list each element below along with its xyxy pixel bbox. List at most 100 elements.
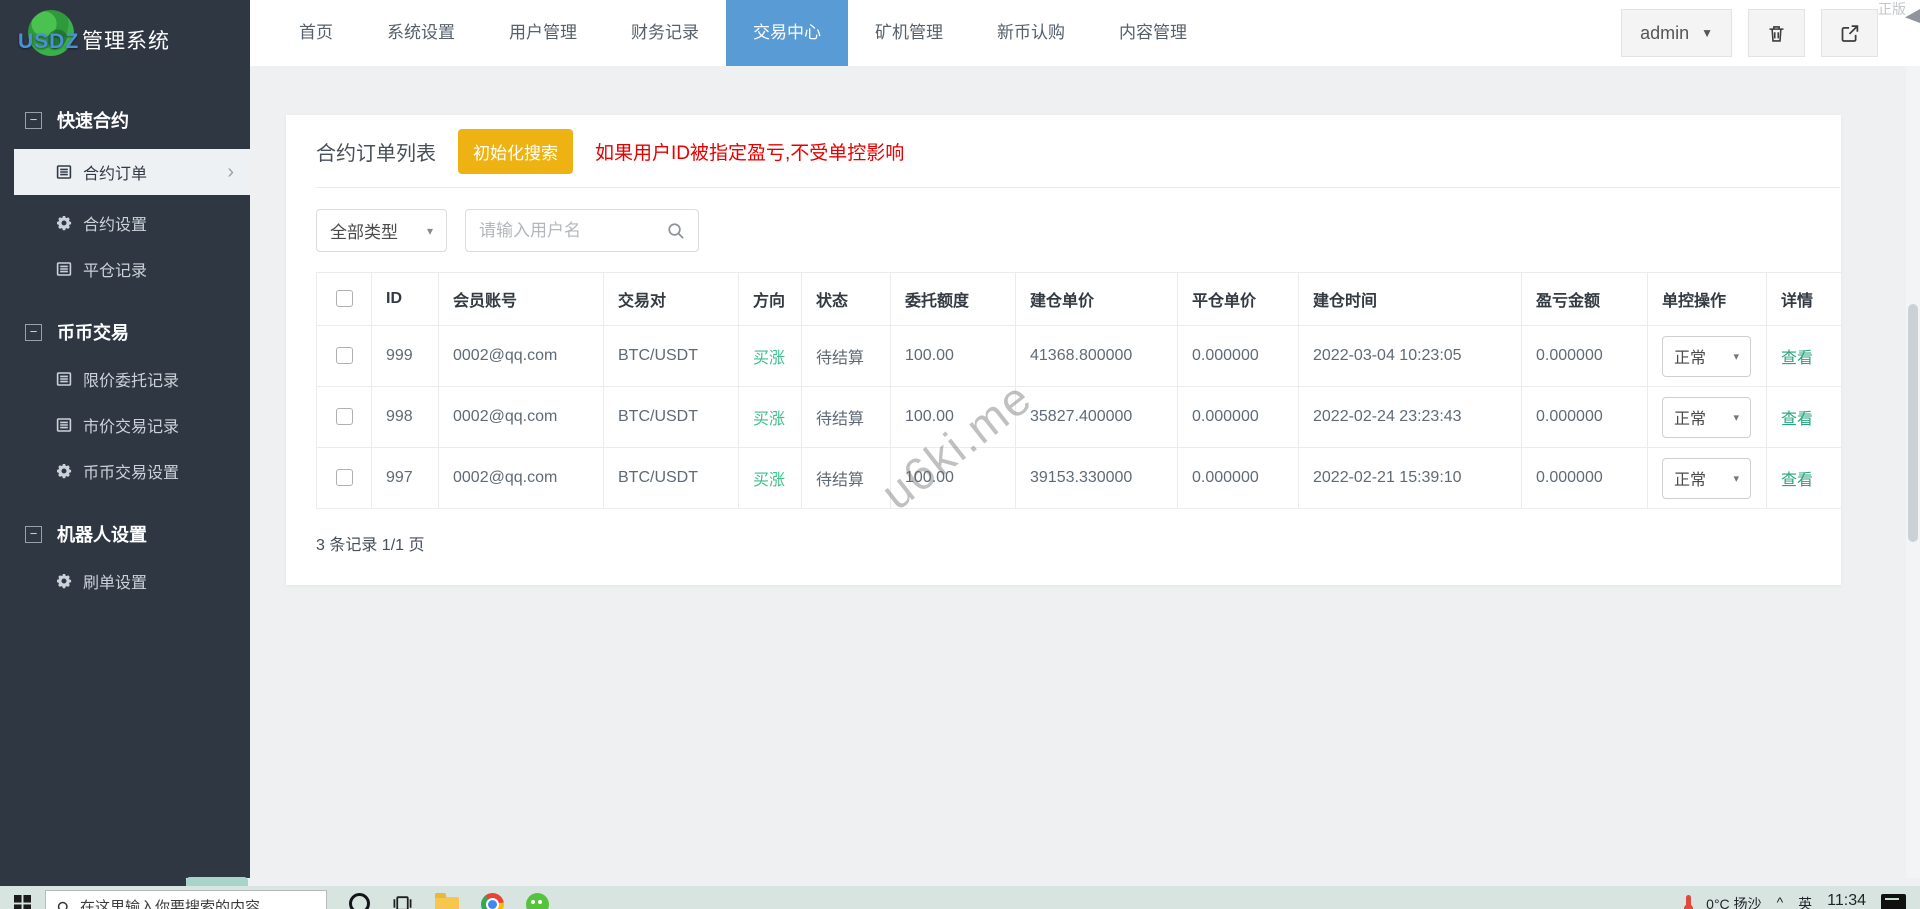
sidebar-item-coin-trade-settings[interactable]: 币币交易设置 [0,448,250,494]
trash-button[interactable] [1748,9,1805,57]
horizontal-scrollbar-thumb[interactable] [186,877,248,886]
username-input[interactable] [479,220,666,241]
notification-box-icon[interactable] [1881,894,1906,909]
taskbar-search-box [45,890,327,909]
taskbar-search-input[interactable] [80,898,316,909]
list-icon [56,371,72,387]
control-select[interactable]: 正常 ▾ [1662,335,1751,377]
cell-amount: 100.00 [890,325,1016,387]
language-indicator[interactable]: 英 [1798,894,1812,909]
cell-open-time: 2022-02-24 23:23:43 [1298,386,1522,448]
view-link[interactable]: 查看 [1781,411,1813,428]
chrome-icon[interactable] [481,893,504,909]
type-select-value: 全部类型 [330,223,398,242]
tray-expand-caret[interactable]: ^ [1777,894,1784,909]
cell-status: 待结算 [801,386,891,448]
contract-orders-card: 合约订单列表 初始化搜索 如果用户ID被指定盈亏,不受单控影响 全部类型 ▾ 请… [286,115,1842,585]
file-explorer-icon[interactable] [435,893,459,909]
select-all-checkbox[interactable] [335,290,353,308]
cortana-icon[interactable] [349,893,370,909]
chevron-down-icon: ▾ [1733,472,1739,485]
init-search-button[interactable]: 初始化搜索 [458,128,573,174]
task-view-icon[interactable] [392,893,413,909]
logout-button[interactable] [1821,9,1878,57]
collapse-icon: − [25,111,42,129]
warning-text: 如果用户ID被指定盈亏,不受单控影响 [595,142,905,164]
cell-close-price: 0.000000 [1177,447,1299,509]
col-header-profit: 盈亏金额 [1521,272,1648,326]
nav-item-user-management[interactable]: 用户管理 [482,0,604,66]
search-icon [56,900,71,909]
cell-amount: 100.00 [890,447,1016,509]
sidebar-item-market-trade-records[interactable]: 市价交易记录 [0,402,250,448]
sidebar-item-label: 市价交易记录 [83,419,180,436]
chevron-down-icon: ▾ [1733,411,1739,424]
sidebar-item-close-position-records[interactable]: 平仓记录 [0,246,250,292]
nav-item-home[interactable]: 首页 [272,0,360,66]
sidebar-item-label: 刷单设置 [83,575,148,592]
weather-text[interactable]: 0°C 扬沙 [1706,894,1761,909]
search-icon[interactable] [666,221,685,240]
trash-icon [1769,25,1784,42]
list-icon [56,261,72,277]
taskbar-tray: 0°C 扬沙 ^ 英 11:34 [1684,892,1906,909]
admin-user-button[interactable]: admin ▼ [1621,9,1732,57]
chevron-down-icon: ▾ [1733,350,1739,363]
cell-direction: 买涨 [738,386,802,448]
genuine-badge: 正版 [1878,1,1906,17]
sidebar-item-brush-order-settings[interactable]: 刷单设置 [0,558,250,604]
row-checkbox[interactable] [335,347,353,365]
collapse-icon: − [25,525,42,543]
chevron-right-icon: › [227,160,234,183]
windows-start-icon[interactable] [14,895,31,909]
vertical-scrollbar-thumb[interactable] [1908,304,1918,542]
view-link[interactable]: 查看 [1781,350,1813,367]
list-icon [56,417,72,433]
cell-direction: 买涨 [738,325,802,387]
col-header-open-price: 建仓单价 [1015,272,1178,326]
horizontal-scrollbar [0,877,1920,886]
sidebar-section-robot-settings[interactable]: − 机器人设置 [0,510,250,558]
col-header-amount: 委托额度 [890,272,1016,326]
nav-item-content-management[interactable]: 内容管理 [1092,0,1214,66]
sidebar-item-label: 合约设置 [83,217,148,234]
nav-item-new-coin[interactable]: 新币认购 [970,0,1092,66]
gear-icon [56,573,72,589]
control-select[interactable]: 正常 ▾ [1662,457,1751,499]
sidebar-item-contract-settings[interactable]: 合约设置 [0,200,250,246]
sidebar-item-label: 平仓记录 [83,263,148,280]
col-header-account: 会员账号 [438,272,604,326]
sidebar-section-coin-trade[interactable]: − 币币交易 [0,308,250,356]
brand-text: USDZ [18,30,80,53]
header-actions: admin ▼ [1621,0,1920,66]
cell-pair: BTC/USDT [603,447,739,509]
gear-icon [56,463,72,479]
wechat-icon[interactable] [526,893,549,909]
cell-id: 998 [371,386,439,448]
cell-close-price: 0.000000 [1177,325,1299,387]
nav-item-finance-records[interactable]: 财务记录 [604,0,726,66]
type-select[interactable]: 全部类型 ▾ [316,209,447,252]
page-title: 合约订单列表 [316,142,436,165]
cell-open-price: 35827.400000 [1015,386,1178,448]
cell-id: 997 [371,447,439,509]
clock[interactable]: 11:34 [1827,892,1866,909]
sidebar-item-limit-order-records[interactable]: 限价委托记录 [0,356,250,402]
vertical-scrollbar[interactable] [1906,66,1920,878]
card-header: 合约订单列表 初始化搜索 如果用户ID被指定盈亏,不受单控影响 [316,115,1840,188]
row-checkbox[interactable] [335,469,353,487]
sidebar-item-label: 限价委托记录 [83,373,180,390]
control-select[interactable]: 正常 ▾ [1662,396,1751,438]
nav-item-system-settings[interactable]: 系统设置 [360,0,482,66]
table-header-row: ID 会员账号 交易对 方向 状态 委托额度 建仓单价 平仓单价 建仓时间 盈亏… [316,272,1842,326]
nav-item-trade-center[interactable]: 交易中心 [726,0,848,66]
view-link[interactable]: 查看 [1781,472,1813,489]
nav-item-miner-management[interactable]: 矿机管理 [848,0,970,66]
sidebar-section-quick-contract[interactable]: − 快速合约 [0,96,250,144]
row-checkbox[interactable] [335,408,353,426]
cell-open-time: 2022-03-04 10:23:05 [1298,325,1522,387]
cell-open-price: 41368.800000 [1015,325,1178,387]
sidebar-item-contract-orders[interactable]: 合约订单 › [14,149,250,195]
cell-profit: 0.000000 [1521,386,1648,448]
main-content: 合约订单列表 初始化搜索 如果用户ID被指定盈亏,不受单控影响 全部类型 ▾ 请… [250,66,1920,878]
